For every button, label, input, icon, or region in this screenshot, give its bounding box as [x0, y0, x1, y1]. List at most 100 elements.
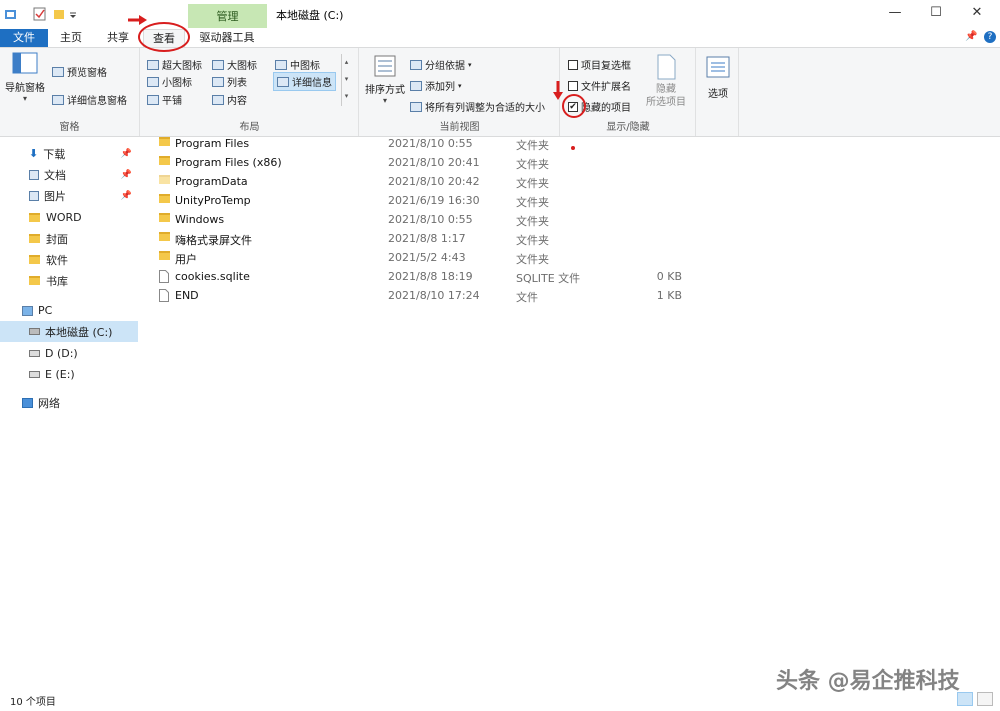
item-checkboxes-toggle[interactable]: 项目复选框 — [568, 57, 631, 72]
file-icon — [159, 270, 169, 283]
nav-item-drive-e[interactable]: E (E:) — [0, 364, 138, 385]
pin-icon[interactable]: 📌 — [121, 149, 132, 159]
folder-icon — [159, 175, 170, 184]
tab-drive-tools[interactable]: 驱动器工具 — [193, 29, 261, 47]
annotation-circle-hidden-items — [562, 94, 586, 118]
tab-home[interactable]: 主页 — [52, 29, 90, 47]
properties-icon[interactable] — [33, 6, 47, 22]
nav-item-word[interactable]: WORD — [0, 207, 138, 228]
navigation-pane: ⬇ 下载 📌 文档 📌 图片 📌 WORD 封面 软件 书库 PC 本地磁盘 (C:) … — [0, 138, 138, 688]
watermark: 头条 @易企推科技 — [776, 669, 960, 694]
pin-ribbon-icon[interactable]: 📌 — [965, 31, 977, 42]
options-button[interactable]: 选项 — [701, 56, 735, 100]
pc-icon — [22, 305, 33, 316]
file-list: Program Files 2021/8/10 0:55 文件夹 Program F… — [138, 135, 1000, 688]
item-count: 10 个项目 — [10, 697, 56, 708]
checkbox-unchecked[interactable] — [568, 80, 578, 91]
folder-icon — [159, 232, 170, 241]
drive-icon — [29, 350, 40, 357]
layout-small-icons[interactable]: 小图标 — [147, 74, 192, 89]
layout-scroll[interactable]: ▴ ▾ ▾ — [341, 54, 351, 106]
network-icon — [22, 397, 33, 408]
minimize-button[interactable]: — — [885, 5, 905, 21]
options-icon — [706, 56, 730, 78]
add-column-button[interactable]: 添加列 ▾ — [410, 78, 462, 93]
extra-large-icons-icon — [147, 59, 159, 70]
table-row[interactable]: Program Files (x86) 2021/8/10 20:41 文件夹 — [138, 154, 1000, 173]
layout-medium-icons[interactable]: 中图标 — [275, 57, 320, 72]
ribbon: 导航窗格 ▾ 预览窗格 详细信息窗格 窗格 超大图标 大图标 中图标 小图标 列… — [0, 47, 1000, 137]
sort-by-button[interactable]: 排序方式 ▾ — [362, 54, 408, 105]
table-row[interactable]: ProgramData 2021/8/10 20:42 文件夹 — [138, 173, 1000, 192]
customize-toolbar-icon[interactable] — [68, 6, 78, 22]
layout-details[interactable]: 详细信息 — [273, 72, 336, 91]
layout-tiles[interactable]: 平铺 — [147, 92, 182, 107]
drive-icon — [29, 328, 40, 335]
nav-item-library[interactable]: 书库 — [0, 270, 138, 291]
folder-icon — [159, 213, 170, 222]
folder-icon — [159, 156, 170, 165]
drive-icon — [29, 371, 40, 378]
table-row[interactable]: cookies.sqlite 2021/8/8 18:19 SQLITE 文件 0 K… — [138, 268, 1000, 287]
nav-item-network[interactable]: 网络 — [0, 392, 138, 413]
layout-content[interactable]: 内容 — [212, 92, 247, 107]
file-extensions-toggle[interactable]: 文件扩展名 — [568, 78, 631, 93]
table-row[interactable]: END 2021/8/10 17:24 文件 1 KB — [138, 287, 1000, 306]
context-tab-manage[interactable]: 管理 — [188, 4, 267, 28]
annotation-dot — [571, 146, 575, 150]
group-by-button[interactable]: 分组依据 ▾ — [410, 57, 472, 72]
chevron-down-icon: ▾ — [22, 94, 27, 103]
list-icon — [212, 76, 224, 87]
table-row[interactable]: 用户 2021/5/2 4:43 文件夹 — [138, 249, 1000, 268]
maximize-button[interactable]: ☐ — [926, 5, 946, 21]
group-current-view: 排序方式 ▾ 分组依据 ▾ 添加列 ▾ 将所有列调整为合适的大小 当前视图 — [360, 48, 560, 136]
large-icons-icon — [212, 59, 224, 70]
layout-list[interactable]: 列表 — [212, 74, 247, 89]
documents-icon — [29, 169, 39, 180]
table-row[interactable]: Program Files 2021/8/10 0:55 文件夹 — [138, 135, 1000, 154]
nav-item-pictures[interactable]: 图片 📌 — [0, 185, 138, 206]
new-folder-icon[interactable] — [53, 6, 65, 22]
pin-icon[interactable]: 📌 — [121, 191, 132, 201]
details-icon — [277, 76, 289, 87]
annotation-circle-view-tab — [138, 22, 190, 52]
medium-icons-icon — [275, 59, 287, 70]
nav-pane-button[interactable]: 导航窗格 ▾ — [5, 52, 45, 103]
fit-columns-button[interactable]: 将所有列调整为合适的大小 — [410, 99, 545, 114]
layout-large-icons[interactable]: 大图标 — [212, 57, 257, 72]
preview-pane-button[interactable]: 预览窗格 — [52, 64, 107, 79]
tab-share[interactable]: 共享 — [99, 29, 137, 47]
nav-item-software[interactable]: 软件 — [0, 249, 138, 270]
hide-selected-button[interactable]: 隐藏 所选项目 — [641, 54, 691, 109]
tab-file[interactable]: 文件 — [0, 29, 48, 47]
table-row[interactable]: Windows 2021/8/10 0:55 文件夹 — [138, 211, 1000, 230]
folder-icon — [29, 213, 40, 222]
folder-icon — [159, 251, 170, 260]
table-row[interactable]: UnityProTemp 2021/6/19 16:30 文件夹 — [138, 192, 1000, 211]
explorer-icon[interactable] — [4, 6, 18, 22]
hide-selected-icon — [657, 54, 676, 80]
folder-icon — [29, 234, 40, 243]
fit-columns-icon — [410, 101, 422, 112]
details-pane-icon — [52, 94, 64, 105]
small-icons-icon — [147, 76, 159, 87]
pin-icon[interactable]: 📌 — [121, 170, 132, 180]
nav-item-drive-c[interactable]: 本地磁盘 (C:) — [0, 321, 138, 342]
folder-icon — [29, 255, 40, 264]
add-column-icon — [410, 80, 422, 91]
checkbox-unchecked[interactable] — [568, 59, 578, 70]
nav-item-drive-d[interactable]: D (D:) — [0, 343, 138, 364]
help-icon[interactable]: ? — [984, 31, 996, 43]
table-row[interactable]: 嗨格式录屏文件 2021/8/8 1:17 文件夹 — [138, 230, 1000, 249]
details-pane-button[interactable]: 详细信息窗格 — [52, 92, 127, 107]
nav-item-cover[interactable]: 封面 — [0, 228, 138, 249]
group-show-hide: 项目复选框 文件扩展名 ✔ 隐藏的项目 隐藏 所选项目 显示/隐藏 — [561, 48, 696, 136]
folder-icon — [29, 276, 40, 285]
nav-item-documents[interactable]: 文档 📌 — [0, 164, 138, 185]
nav-item-pc[interactable]: PC — [0, 300, 138, 321]
layout-extra-large-icons[interactable]: 超大图标 — [147, 57, 202, 72]
nav-item-downloads[interactable]: ⬇ 下载 📌 — [0, 143, 138, 164]
large-icons-view-icon[interactable] — [977, 692, 993, 706]
close-button[interactable]: ✕ — [967, 5, 987, 21]
annotation-arrow-down-icon — [553, 81, 563, 100]
